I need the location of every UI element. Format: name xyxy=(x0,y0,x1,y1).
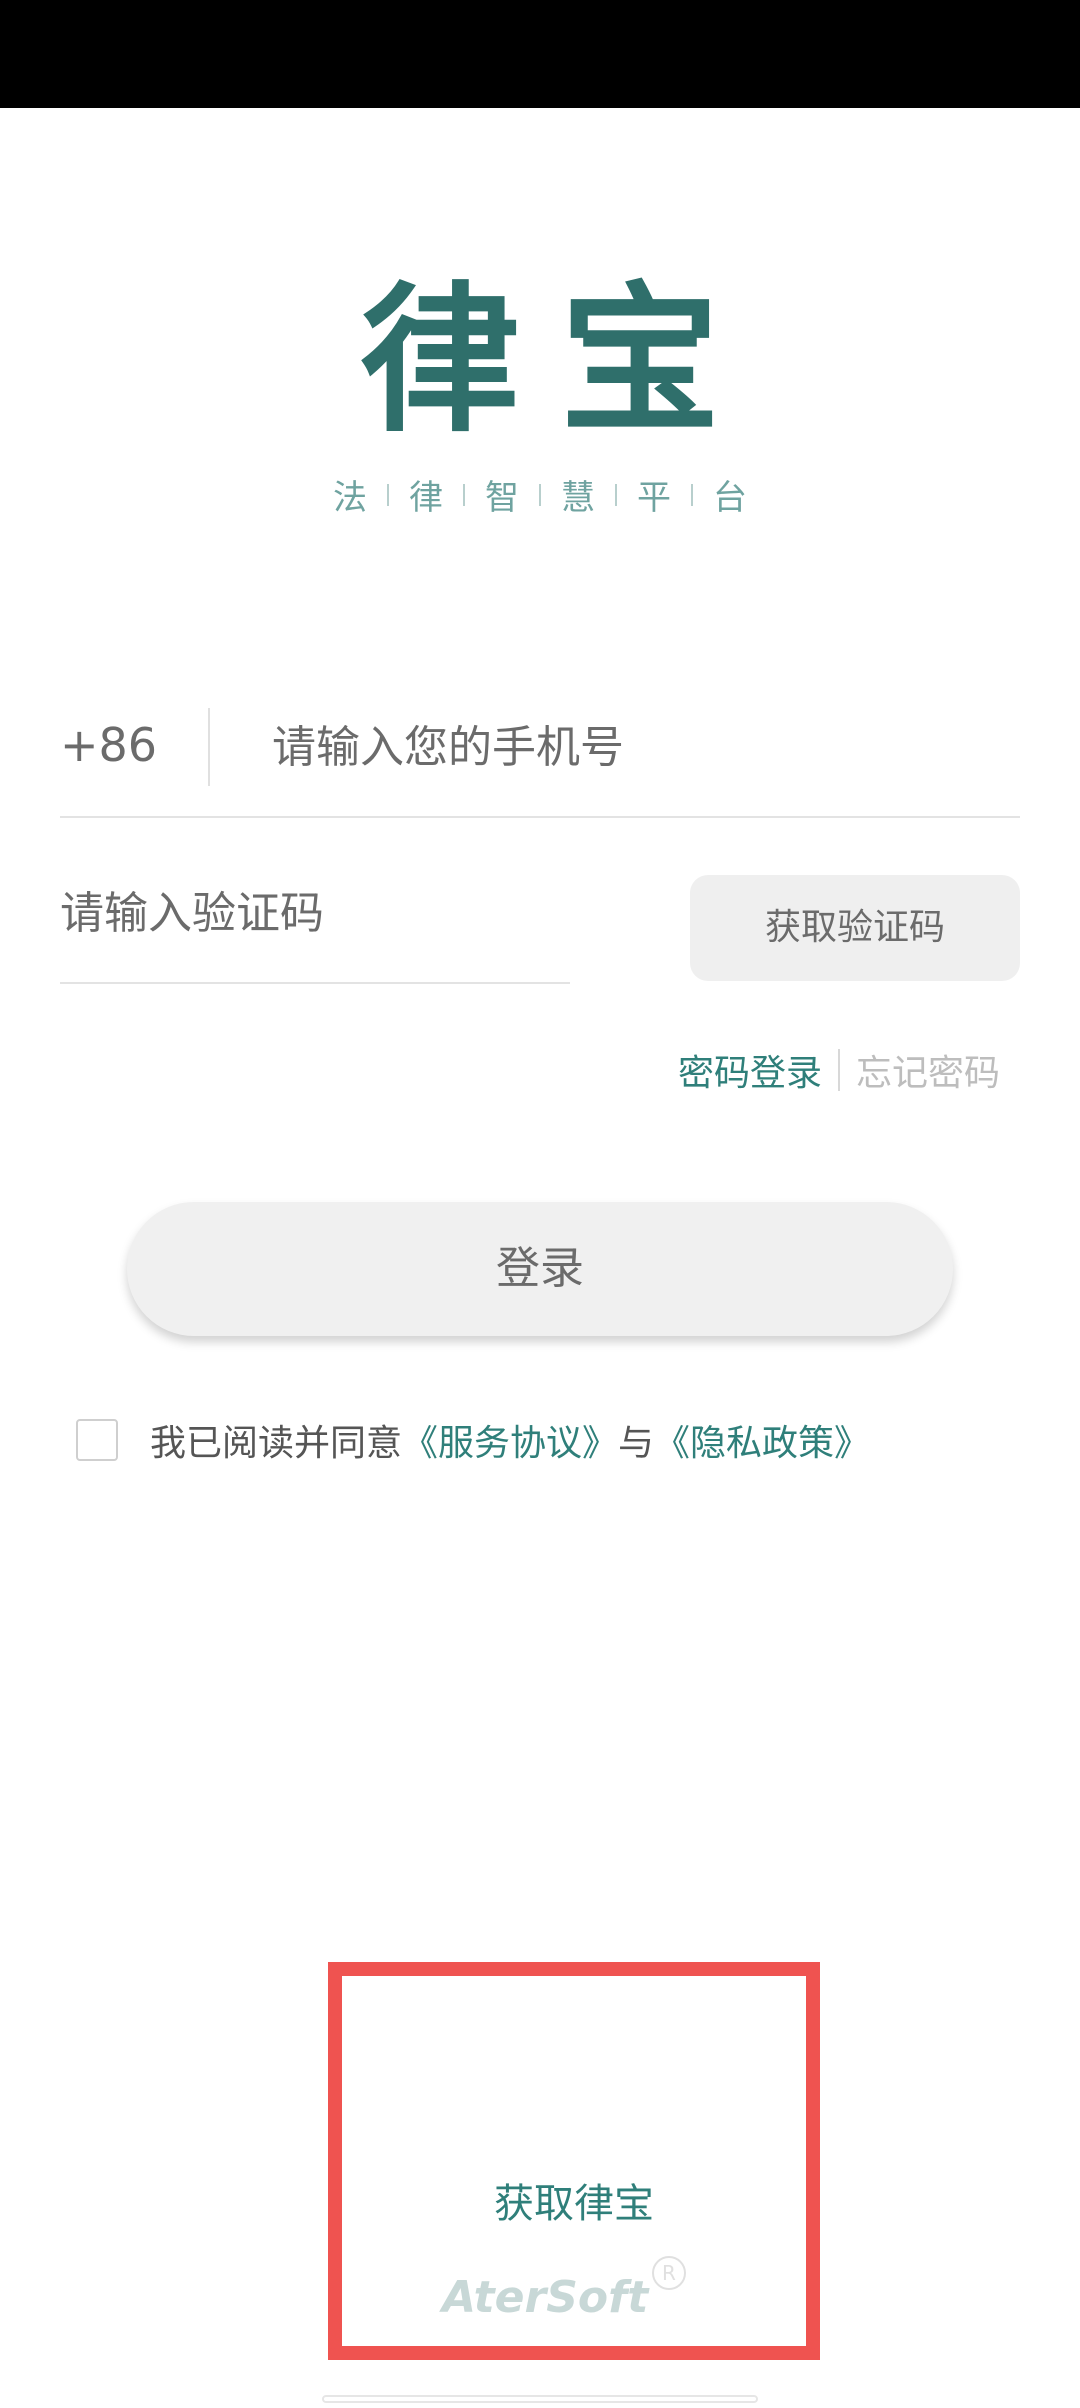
tagline-separator xyxy=(539,483,541,506)
app-logo-title: 律宝 xyxy=(359,266,760,454)
get-code-button[interactable]: 获取验证码 xyxy=(690,875,1020,981)
get-app-link[interactable]: 获取律宝 xyxy=(342,2171,806,2229)
password-login-link[interactable]: 密码登录 xyxy=(678,1044,822,1096)
registered-mark-icon: R xyxy=(652,2256,686,2290)
home-indicator[interactable] xyxy=(322,2395,758,2403)
country-code-selector[interactable]: +86 xyxy=(60,718,157,772)
links-separator xyxy=(837,1049,840,1091)
tagline-char: 法 xyxy=(333,478,367,518)
phone-input[interactable] xyxy=(272,714,1012,780)
tagline-char: 台 xyxy=(713,478,747,518)
brand-watermark: AterSoft xyxy=(442,2272,649,2323)
terms-of-service-link[interactable]: 《服务协议》 xyxy=(402,1414,618,1466)
privacy-policy-link[interactable]: 《隐私政策》 xyxy=(654,1414,870,1466)
agreement-prefix-text: 我已阅读并同意 xyxy=(150,1423,403,1464)
app-tagline: 法 律 智 慧 平 台 xyxy=(0,470,1080,519)
tagline-separator xyxy=(387,483,389,506)
phone-row: +86 xyxy=(60,700,1020,818)
tagline-char: 智 xyxy=(485,478,519,518)
forgot-password-link[interactable]: 忘记密码 xyxy=(856,1044,1000,1096)
tagline-separator xyxy=(615,483,617,506)
login-button[interactable]: 登录 xyxy=(127,1202,953,1336)
status-bar xyxy=(0,0,1080,108)
tagline-char: 律 xyxy=(409,478,443,518)
highlight-box: 获取律宝 AterSoft R xyxy=(328,1962,820,2360)
phone-divider xyxy=(208,708,210,786)
tagline-separator xyxy=(691,483,693,506)
agreement-row: 我已阅读并同意 《服务协议》 与 《隐私政策》 xyxy=(76,1414,870,1466)
verification-code-row xyxy=(60,870,570,984)
tagline-separator xyxy=(463,483,465,506)
agreement-checkbox[interactable] xyxy=(76,1419,118,1461)
agreement-conjunction: 与 xyxy=(618,1423,655,1464)
verification-code-input[interactable] xyxy=(60,880,560,946)
login-links: 密码登录 忘记密码 xyxy=(678,1044,1000,1096)
tagline-char: 平 xyxy=(637,478,671,518)
tagline-char: 慧 xyxy=(561,478,595,518)
